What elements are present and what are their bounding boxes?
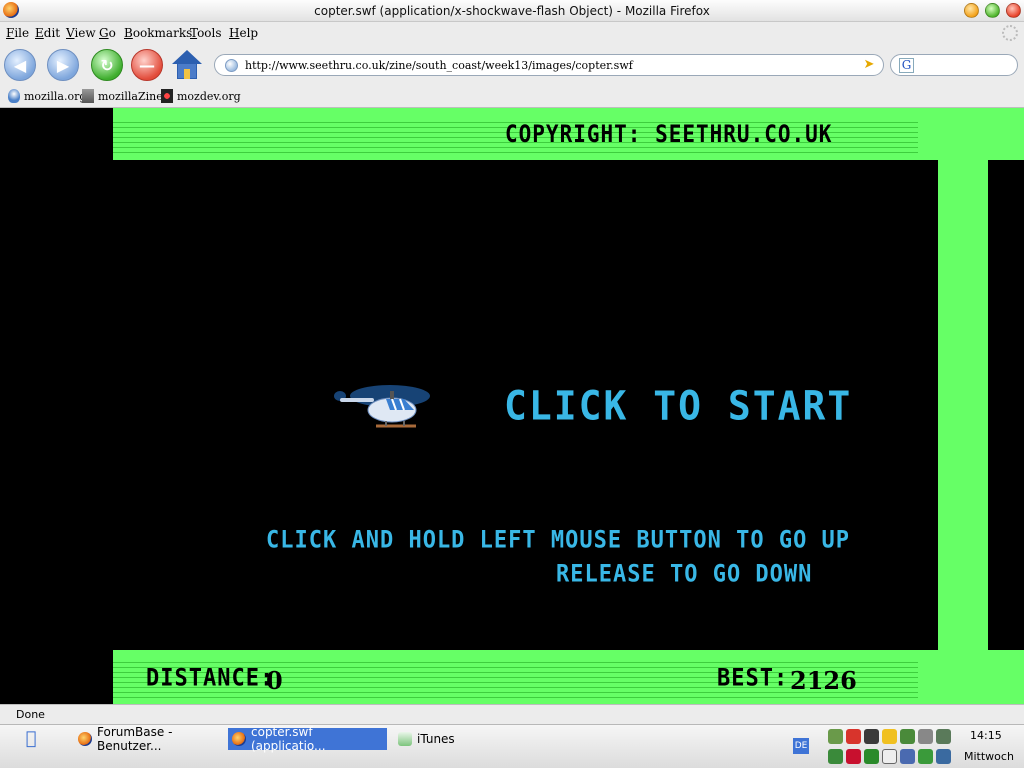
menu-bookmarks[interactable]: Bookmarks xyxy=(124,26,192,40)
distance-label: DISTANCE: xyxy=(146,664,275,693)
menu-edit[interactable]: Edit xyxy=(35,26,60,40)
clock-time: 14:15 xyxy=(970,729,1002,742)
address-bar[interactable]: ➤ xyxy=(214,54,884,76)
mozilla-icon xyxy=(8,89,20,103)
copter-game-canvas[interactable]: COPYRIGHT: SEETHRU.CO.UK CLICK TO START … xyxy=(0,108,1024,704)
tray-icon[interactable] xyxy=(936,749,951,764)
apple-start-icon[interactable]:  xyxy=(22,729,40,749)
firefox-icon xyxy=(78,732,92,746)
instruction-go-up: CLICK AND HOLD LEFT MOUSE BUTTON TO GO U… xyxy=(266,526,851,555)
navigation-toolbar: ◀ ▶ ↻ — ➤ G xyxy=(0,44,1024,84)
best-score-value: 2126 xyxy=(790,666,857,695)
task-forumbase[interactable]: ForumBase - Benutzer... xyxy=(74,725,222,753)
throbber-icon xyxy=(1002,25,1018,41)
menu-tools[interactable]: Tools xyxy=(190,26,222,40)
bookmark-label: mozilla.org xyxy=(24,89,87,103)
minimize-button[interactable] xyxy=(964,3,979,18)
tray-icon[interactable] xyxy=(828,749,843,764)
task-label: iTunes xyxy=(417,732,455,746)
cave-obstacle xyxy=(938,160,988,650)
helicopter-icon xyxy=(334,385,430,428)
arrow-right-icon: ▶ xyxy=(56,55,70,75)
stop-button[interactable]: — xyxy=(131,49,163,81)
title-bar: copter.swf (application/x-shockwave-flas… xyxy=(0,0,1024,22)
mozillazine-icon xyxy=(82,89,94,103)
task-itunes[interactable]: iTunes xyxy=(394,728,484,750)
task-label: ForumBase - Benutzer... xyxy=(97,725,173,753)
task-copter[interactable]: copter.swf (applicatio... xyxy=(228,725,387,753)
tray-icon[interactable] xyxy=(846,749,861,764)
tray-icon[interactable] xyxy=(882,749,897,764)
tray-icon[interactable] xyxy=(864,729,879,744)
home-button[interactable] xyxy=(171,49,203,81)
system-tray xyxy=(828,729,954,767)
language-indicator[interactable]: DE xyxy=(793,738,809,754)
task-label: copter.swf (applicatio... xyxy=(251,725,326,753)
tray-icon[interactable] xyxy=(900,729,915,744)
click-to-start-prompt[interactable]: CLICK TO START xyxy=(504,383,852,429)
stop-icon: — xyxy=(139,55,155,75)
tray-icon[interactable] xyxy=(900,749,915,764)
close-button[interactable] xyxy=(1006,3,1021,18)
search-box[interactable]: G xyxy=(890,54,1018,76)
best-label: BEST: xyxy=(717,664,789,693)
tray-icon[interactable] xyxy=(918,749,933,764)
copyright-text: COPYRIGHT: SEETHRU.CO.UK xyxy=(505,120,833,148)
menu-bar: File Edit View Go Bookmarks Tools Help xyxy=(0,22,1024,44)
taskbar:  ForumBase - Benutzer... copter.swf (ap… xyxy=(0,724,1024,768)
tray-icon[interactable] xyxy=(846,729,861,744)
tray-icon[interactable] xyxy=(828,729,843,744)
bookmarks-toolbar: mozilla.org mozillaZine mozdev.org xyxy=(0,84,1024,108)
mozdev-icon xyxy=(161,89,173,103)
bookmark-label: mozdev.org xyxy=(177,89,241,103)
url-input[interactable] xyxy=(245,57,855,73)
site-icon xyxy=(225,59,238,72)
arrow-left-icon: ◀ xyxy=(13,55,27,75)
search-input[interactable] xyxy=(919,57,1009,73)
tray-icon[interactable] xyxy=(864,749,879,764)
instruction-go-down: RELEASE TO GO DOWN xyxy=(556,560,813,589)
clock-day: Mittwoch xyxy=(964,750,1014,763)
menu-go[interactable]: Go xyxy=(99,26,116,40)
window-title: copter.swf (application/x-shockwave-flas… xyxy=(314,4,710,18)
home-icon xyxy=(172,50,202,80)
maximize-button[interactable] xyxy=(985,3,1000,18)
bookmark-mozilla[interactable]: mozilla.org xyxy=(8,89,86,103)
distance-value: 0 xyxy=(266,666,283,695)
tray-icon[interactable] xyxy=(882,729,897,744)
forward-button[interactable]: ▶ xyxy=(47,49,79,81)
itunes-icon xyxy=(398,732,412,746)
bookmark-mozillazine[interactable]: mozillaZine xyxy=(82,89,163,103)
reload-icon: ↻ xyxy=(100,55,114,75)
firefox-icon xyxy=(232,732,246,746)
menu-help[interactable]: Help xyxy=(229,26,258,40)
back-button[interactable]: ◀ xyxy=(4,49,36,81)
bookmark-label: mozillaZine xyxy=(98,89,163,103)
tray-icon[interactable] xyxy=(936,729,951,744)
menu-file[interactable]: File xyxy=(6,26,29,40)
go-icon[interactable]: ➤ xyxy=(861,57,877,73)
menu-view[interactable]: View xyxy=(66,26,96,40)
google-icon[interactable]: G xyxy=(899,58,914,73)
status-bar: Done xyxy=(0,704,1024,724)
tray-icon[interactable] xyxy=(918,729,933,744)
status-text: Done xyxy=(16,708,45,721)
bookmark-mozdev[interactable]: mozdev.org xyxy=(161,89,241,103)
reload-button[interactable]: ↻ xyxy=(91,49,123,81)
